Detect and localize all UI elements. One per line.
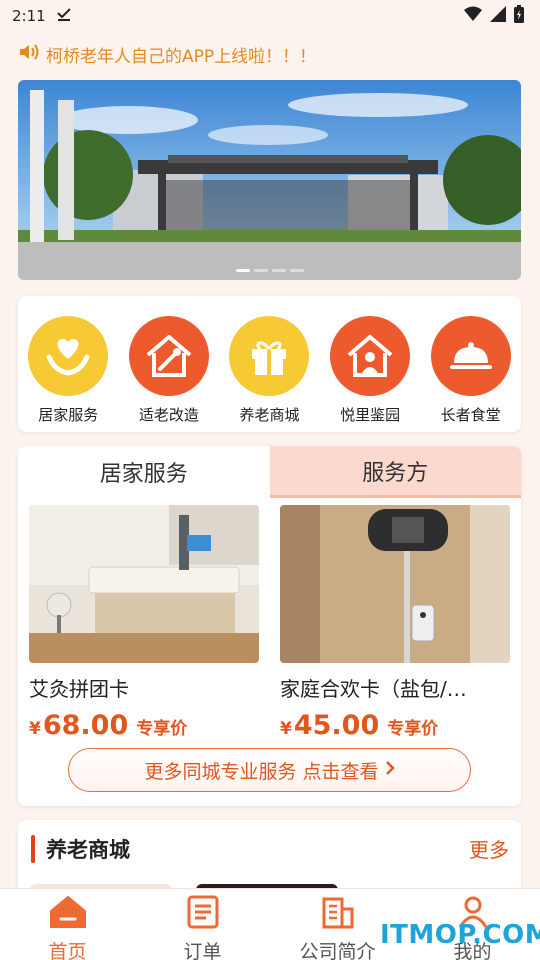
more-services-button[interactable]: 更多同城专业服务 点击查看: [68, 748, 471, 792]
price-tag: 专享价: [136, 719, 188, 739]
quick-item-yueli[interactable]: 悦里鉴园: [325, 316, 415, 432]
quick-label: 悦里鉴园: [340, 406, 401, 424]
more-services-label: 更多同城专业服务 点击查看: [144, 760, 379, 783]
house-person-icon: [330, 316, 411, 396]
building-icon: [321, 895, 355, 933]
service-tabs: 居家服务 服务方: [18, 446, 521, 498]
tab-provider[interactable]: 服务方: [269, 446, 521, 498]
mall-title: 养老商城: [46, 838, 130, 862]
banner-carousel[interactable]: [18, 80, 521, 280]
quick-menu: 居家服务 适老改造 养老商城 悦里鉴园 长者食堂: [18, 296, 521, 432]
quick-label: 长者食堂: [440, 406, 501, 424]
quick-item-home-service[interactable]: 居家服务: [23, 316, 113, 432]
section-accent-bar: [31, 835, 35, 863]
tab-home-service[interactable]: 居家服务: [18, 446, 270, 498]
service-section: 居家服务 服务方 艾灸拼团卡 ¥ 68.00 专享价 家庭合欢卡（盐包/… ¥ …: [18, 446, 521, 806]
carousel-indicator: [18, 269, 521, 272]
notice-bar[interactable]: 柯桥老年人自己的APP上线啦！！！: [18, 40, 522, 68]
quick-item-renovation[interactable]: 适老改造: [124, 316, 214, 432]
product-image: [29, 505, 259, 663]
tabbar-home[interactable]: 首页: [0, 889, 135, 960]
tabbar-orders[interactable]: 订单: [135, 889, 270, 960]
price-value: 68.00: [42, 710, 129, 741]
price-value: 45.00: [293, 710, 380, 741]
product-card[interactable]: 艾灸拼团卡 ¥ 68.00 专享价: [29, 505, 259, 741]
quick-item-mall[interactable]: 养老商城: [224, 316, 314, 432]
status-bar: 2:11: [0, 0, 540, 32]
gift-icon: [229, 316, 310, 396]
tabbar-label: 订单: [183, 941, 222, 960]
product-list: 艾灸拼团卡 ¥ 68.00 专享价 家庭合欢卡（盐包/… ¥ 45.00 专享价: [18, 498, 521, 741]
tabbar-label: 公司简介: [299, 941, 376, 960]
product-title: 艾灸拼团卡: [29, 677, 129, 701]
signal-icon: [490, 6, 506, 26]
product-price: ¥ 45.00 专享价: [280, 710, 510, 741]
quick-label: 居家服务: [38, 406, 99, 424]
product-card[interactable]: 家庭合欢卡（盐包/… ¥ 45.00 专享价: [280, 505, 510, 741]
price-currency: ¥: [29, 719, 41, 739]
order-list-icon: [186, 895, 220, 933]
product-price: ¥ 68.00 专享价: [29, 710, 259, 741]
speaker-icon: [18, 42, 40, 67]
chevron-right-icon: [385, 759, 395, 781]
food-cloche-icon: [430, 316, 511, 396]
price-currency: ¥: [280, 719, 292, 739]
price-tag: 专享价: [387, 719, 439, 739]
status-time: 2:11: [12, 7, 46, 25]
banner-image: [18, 80, 521, 280]
mall-more-link[interactable]: 更多: [469, 834, 509, 863]
download-check-icon: [56, 6, 72, 26]
quick-item-canteen[interactable]: 长者食堂: [426, 316, 516, 432]
watermark-text: ITMOP.COM: [380, 920, 540, 950]
product-image: [280, 505, 510, 663]
notice-text: 柯桥老年人自己的APP上线啦！！！: [46, 46, 317, 67]
tabbar-label: 首页: [48, 941, 87, 960]
quick-label: 适老改造: [138, 406, 199, 424]
battery-icon: [514, 5, 524, 27]
wifi-icon: [464, 6, 482, 26]
product-title: 家庭合欢卡（盐包/…: [280, 677, 467, 701]
home-icon: [49, 895, 87, 933]
heart-hands-icon: [28, 316, 109, 396]
quick-label: 养老商城: [239, 406, 300, 424]
house-tools-icon: [128, 316, 209, 396]
